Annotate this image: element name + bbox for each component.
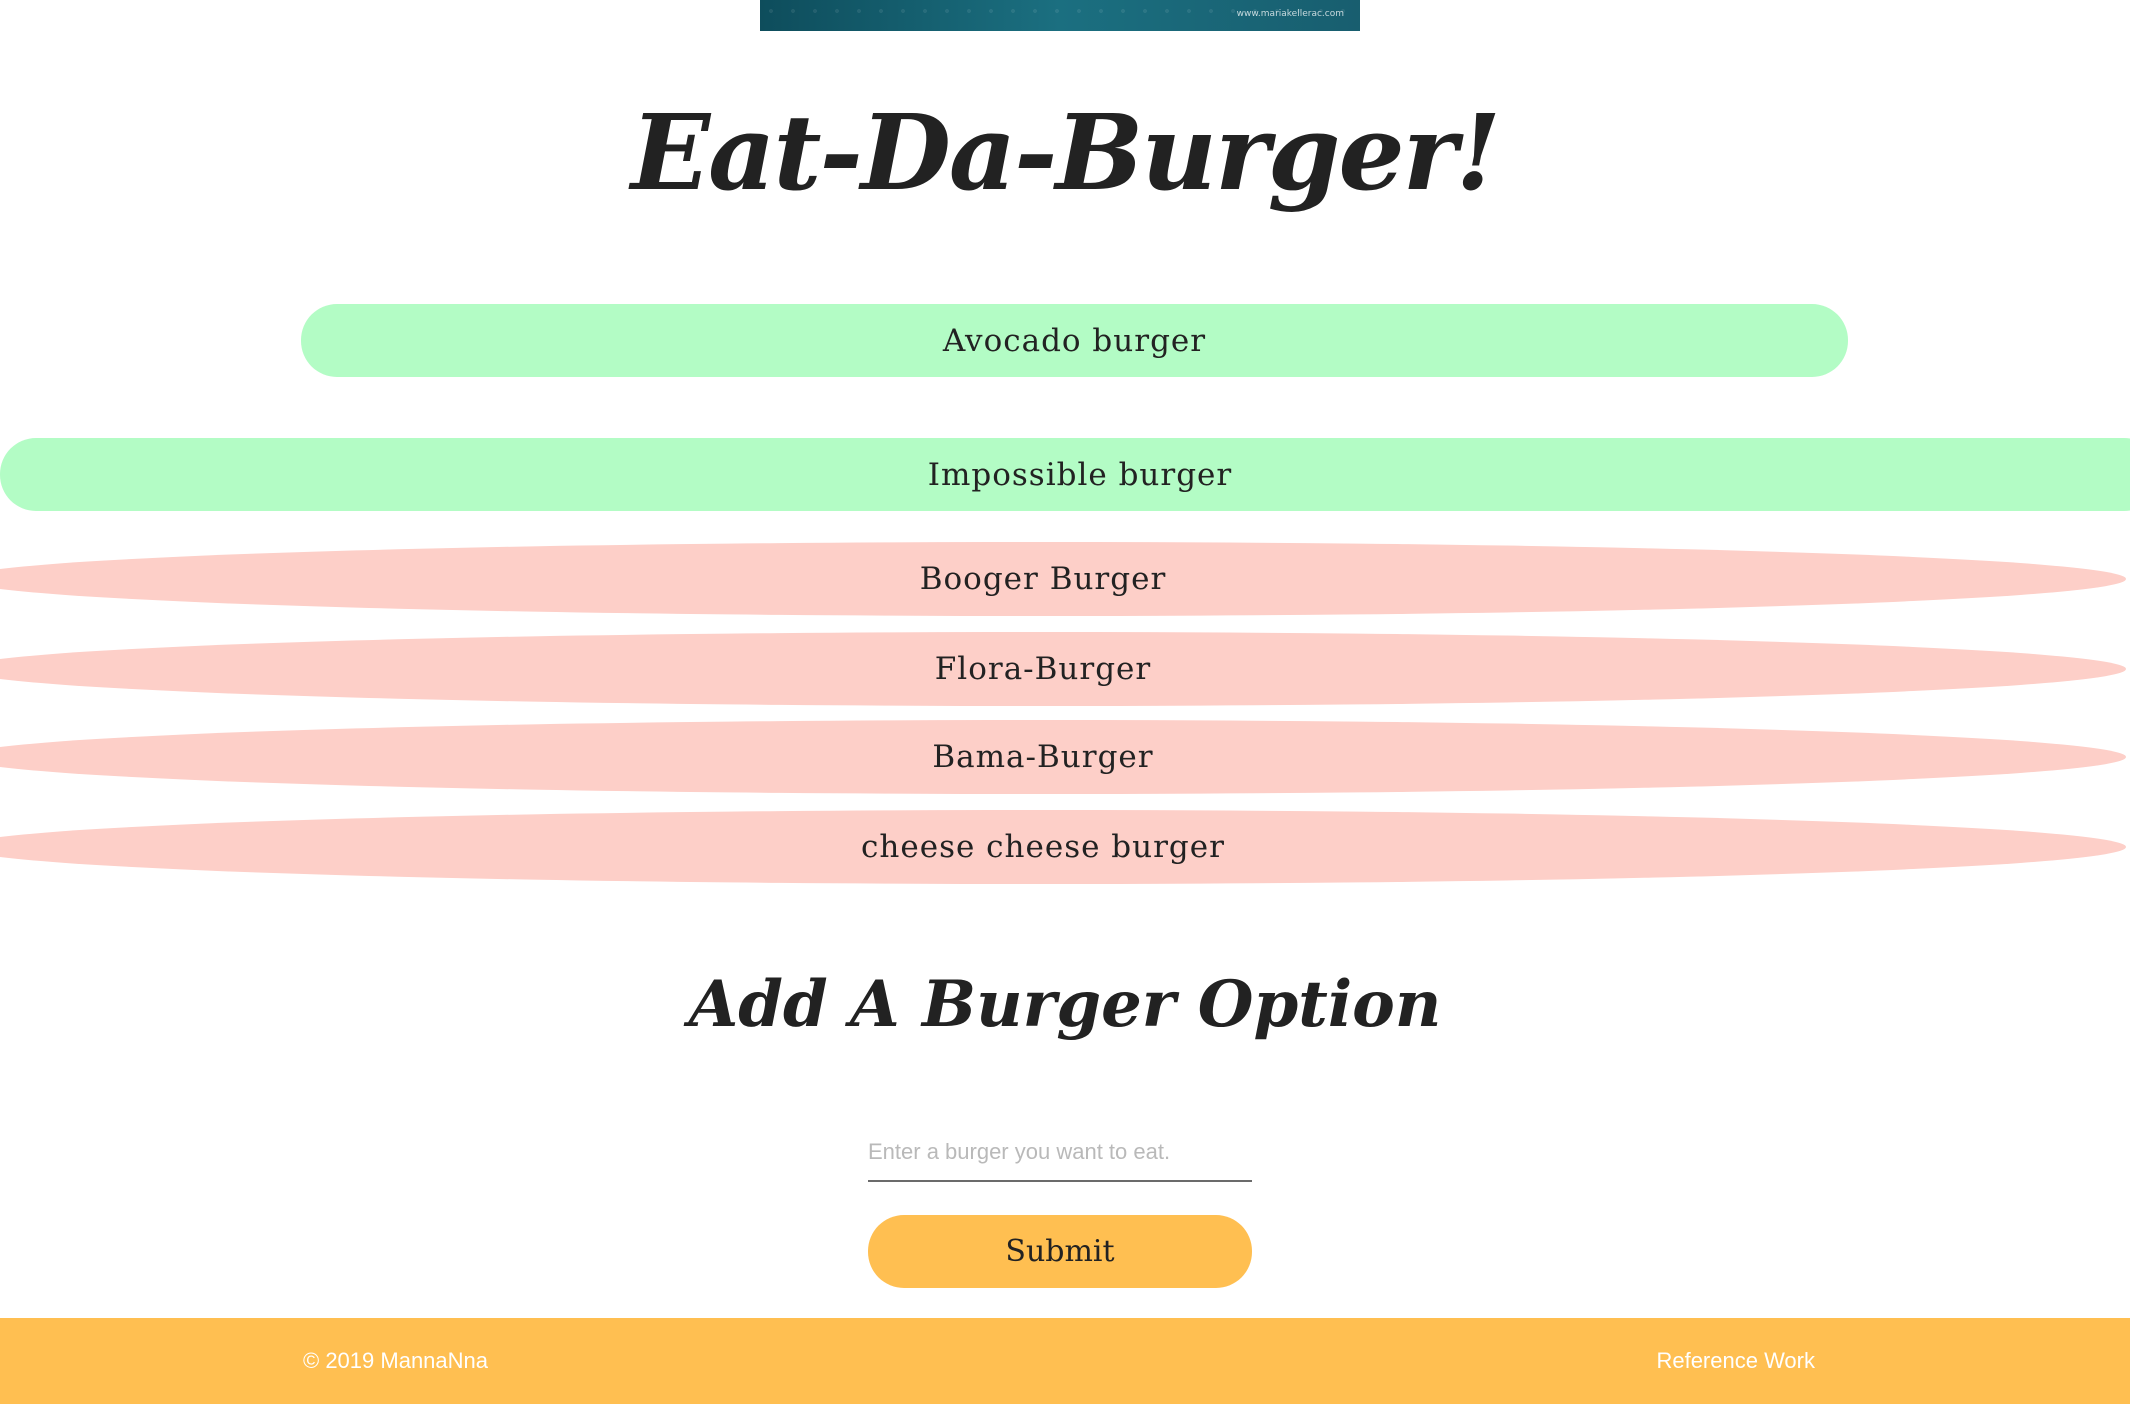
banner-caption: www.mariakellerac.com: [1236, 9, 1344, 19]
add-burger-heading: Add A Burger Option: [688, 967, 1442, 1042]
submit-button[interactable]: Submit: [868, 1215, 1252, 1288]
footer-copyright: © 2019 MannaNna: [303, 1348, 489, 1373]
eaten-burger-item[interactable]: Bama-Burger: [0, 720, 2126, 794]
header-banner-image: www.mariakellerac.com: [760, 0, 1360, 31]
burger-name: Flora-Burger: [934, 651, 1152, 687]
footer: © 2019 MannaNna Reference Work: [0, 1318, 2130, 1404]
burger-name: cheese cheese burger: [861, 829, 1225, 865]
page: www.mariakellerac.com Eat-Da-Burger! Avo…: [0, 0, 2130, 1404]
burger-name-input[interactable]: [868, 1124, 1252, 1182]
page-title: Eat-Da-Burger!: [630, 91, 1501, 214]
eaten-burger-item[interactable]: Flora-Burger: [0, 632, 2126, 706]
burger-name: Avocado burger: [942, 322, 1207, 359]
eaten-burger-item[interactable]: Booger Burger: [0, 542, 2126, 616]
burger-to-eat-item[interactable]: Avocado burger: [301, 304, 1848, 377]
burger-name: Bama-Burger: [932, 739, 1154, 775]
reference-work-link[interactable]: Reference Work: [1656, 1348, 1815, 1374]
eaten-burger-item[interactable]: cheese cheese burger: [0, 810, 2126, 884]
burger-name: Booger Burger: [919, 561, 1167, 597]
burger-name: Impossible burger: [927, 456, 1233, 493]
burger-to-eat-item[interactable]: Impossible burger: [0, 438, 2130, 511]
